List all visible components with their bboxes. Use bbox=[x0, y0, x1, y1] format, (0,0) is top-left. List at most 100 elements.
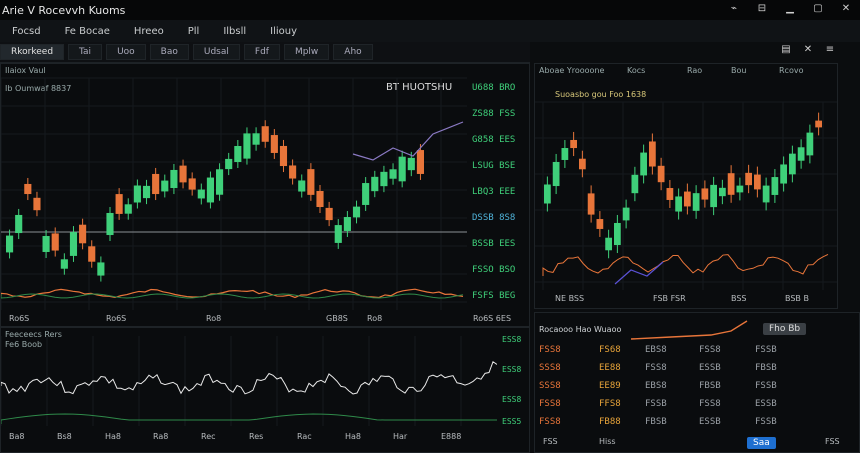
chart-icon[interactable]: ▤ bbox=[780, 44, 792, 56]
candle-body bbox=[170, 169, 178, 189]
osc-scale-label: ESS8 bbox=[502, 335, 522, 344]
candle-body bbox=[745, 172, 752, 186]
x-label: BSS bbox=[731, 294, 747, 303]
tab-1[interactable]: Rkorkeed bbox=[0, 44, 65, 60]
volume-line bbox=[542, 254, 829, 276]
candlestick-chart[interactable] bbox=[1, 64, 467, 326]
menu-item-2[interactable]: Fe Bocae bbox=[53, 26, 122, 37]
order-book-rows: FSS8 FS68 EBS8 FSS8 FSSB SSS8 EE88 FSS8 ESSB FBSB… bbox=[535, 343, 859, 435]
candle-body bbox=[325, 207, 333, 221]
price-label: FSSO BSO bbox=[472, 265, 516, 275]
candle-body bbox=[106, 212, 114, 236]
tab-2[interactable]: Tai bbox=[68, 44, 103, 60]
candle-body bbox=[596, 219, 604, 229]
footer-pill[interactable]: Saa bbox=[747, 437, 776, 449]
candle-body bbox=[416, 150, 424, 174]
table-cell: EE88 bbox=[599, 363, 621, 373]
right-candlestick-chart[interactable] bbox=[535, 64, 837, 308]
oscillator-panel[interactable]: Feeceecs Rers Fe6 Boob ESS8 ESS8 ESS8 ES… bbox=[0, 327, 530, 453]
osc-scale-label: ESS8 bbox=[502, 365, 522, 374]
main-x-axis: Ro6S Ro6S Ro8 GB8S Ro8 Ro6S 6ES bbox=[1, 314, 529, 326]
split-icon[interactable]: ⊟ bbox=[756, 3, 768, 15]
candle-body bbox=[51, 233, 59, 251]
osc-scale-label: ESS5 bbox=[502, 417, 522, 426]
tab-4[interactable]: Bao bbox=[149, 44, 189, 60]
table-row[interactable]: FSS8 FFS8 FSSB FSS8 ESSB bbox=[535, 397, 855, 415]
table-row[interactable]: SSS8 EE89 EBS8 FBSB FSSB bbox=[535, 379, 855, 397]
candle-body bbox=[6, 235, 14, 253]
candle-body bbox=[33, 197, 41, 211]
candle-body bbox=[666, 188, 674, 200]
minimize-icon[interactable]: ▁ bbox=[784, 3, 796, 15]
tab-8[interactable]: Aho bbox=[333, 44, 373, 60]
order-book-header: Rocaooo Hao Wuaoo bbox=[539, 325, 622, 334]
menu-item-6[interactable]: Iliouy bbox=[258, 26, 309, 37]
x-label: Ba8 bbox=[9, 432, 25, 441]
candle-body bbox=[727, 173, 735, 195]
table-cell: FSSB bbox=[645, 399, 667, 409]
menu-bar: Focsd Fe Bocae Hreeo Pll Ilbsll Iliouy bbox=[0, 20, 860, 42]
table-cell: FBSB bbox=[755, 363, 777, 373]
x-label: Bs8 bbox=[57, 432, 72, 441]
price-label: DSSB 8S8 bbox=[472, 213, 516, 223]
candle-body bbox=[352, 206, 361, 218]
candle-body bbox=[815, 120, 822, 128]
candle-body bbox=[42, 236, 50, 252]
x-label: Ha8 bbox=[345, 432, 362, 441]
table-row[interactable]: FSS8 FB88 FBSB ESSB FSSB bbox=[535, 415, 855, 433]
tab-6[interactable]: Fdf bbox=[243, 44, 280, 60]
table-cell: FSSB bbox=[755, 417, 777, 427]
right-chart-panel[interactable]: Aboae Yroooone Kocs Rao Bou Rcovo Suoasb… bbox=[534, 63, 838, 309]
price-label: U688 BRO bbox=[472, 83, 516, 93]
order-book-panel[interactable]: Rocaooo Hao Wuaoo Fho Bb FSS8 FS68 EBS8 FSS… bbox=[534, 312, 860, 453]
candle-body bbox=[570, 139, 577, 149]
price-label: LSUG BSE bbox=[472, 161, 516, 171]
table-row[interactable]: FSS8 FS68 EBS8 FSS8 FSSB bbox=[535, 343, 855, 361]
table-cell: FBSB bbox=[645, 417, 667, 427]
candle-body bbox=[152, 173, 160, 195]
candle-body bbox=[243, 133, 251, 159]
table-cell: EE89 bbox=[599, 381, 621, 391]
main-chart-panel[interactable]: Ilaiox Vaul Ib Oumwaf 8837 BT HUOTSHU U6… bbox=[0, 63, 530, 327]
x-label: NE BSS bbox=[555, 294, 585, 303]
right-x-axis: NE BSS FSB FSR BSS BSB B bbox=[535, 294, 837, 306]
close-icon[interactable]: ✕ bbox=[802, 44, 814, 56]
tab-3[interactable]: Uoo bbox=[106, 44, 146, 60]
candle-body bbox=[252, 133, 260, 145]
candle-body bbox=[552, 161, 560, 187]
table-cell: ESSB bbox=[699, 417, 721, 427]
price-label: G858 EES bbox=[472, 135, 516, 145]
table-row[interactable]: SSS8 EE88 FSS8 ESSB FBSB bbox=[535, 361, 855, 379]
footer-label: FSS bbox=[825, 437, 840, 446]
candle-body bbox=[179, 165, 187, 183]
x-label: Ro6S 6ES bbox=[473, 314, 512, 323]
candle-body bbox=[649, 141, 656, 167]
candle-body bbox=[657, 165, 665, 183]
candle-body bbox=[362, 183, 370, 205]
candle-body bbox=[115, 194, 123, 214]
menu-item-1[interactable]: Focsd bbox=[0, 26, 53, 37]
candle-body bbox=[289, 165, 297, 179]
menu-icon[interactable]: ≡ bbox=[824, 44, 836, 56]
tab-7[interactable]: Mplw bbox=[283, 44, 330, 60]
candle-body bbox=[640, 152, 647, 176]
pin-icon[interactable]: ⌁ bbox=[728, 3, 740, 15]
candle-body bbox=[701, 188, 709, 200]
close-icon[interactable]: ✕ bbox=[840, 3, 852, 15]
candle-body bbox=[631, 174, 639, 194]
signal-line bbox=[1, 413, 497, 424]
menu-item-5[interactable]: Ilbsll bbox=[211, 26, 258, 37]
maximize-icon[interactable]: ▢ bbox=[812, 3, 824, 15]
price-label: BSSB EES bbox=[472, 239, 516, 249]
menu-item-4[interactable]: Pll bbox=[176, 26, 212, 37]
tab-5[interactable]: Udsal bbox=[192, 44, 240, 60]
menu-item-3[interactable]: Hreeo bbox=[122, 26, 176, 37]
table-cell: FSSB bbox=[755, 381, 777, 391]
oscillator-chart[interactable] bbox=[1, 328, 497, 428]
table-cell: EBS8 bbox=[645, 345, 667, 355]
price-label: ZS88 FSS bbox=[472, 109, 516, 119]
candle-body bbox=[197, 189, 205, 199]
order-book-pill[interactable]: Fho Bb bbox=[763, 323, 807, 335]
candle-body bbox=[605, 237, 612, 251]
window-controls: ⌁ ⊟ ▁ ▢ ✕ bbox=[728, 3, 852, 15]
